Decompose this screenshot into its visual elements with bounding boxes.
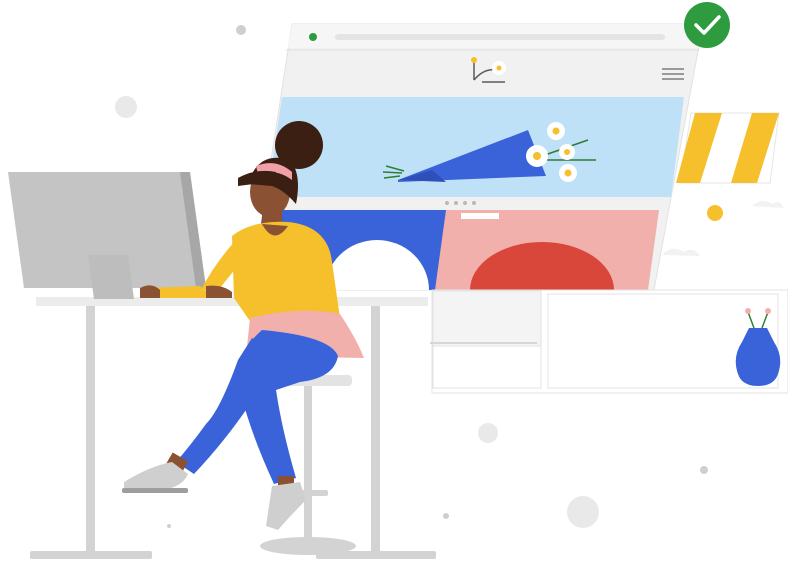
leg-front [238, 330, 338, 484]
decor-dot [115, 96, 137, 118]
desk-foot [30, 551, 152, 559]
shoe-sole [122, 488, 188, 493]
decor-dot [443, 513, 449, 519]
decor-dot [700, 466, 708, 474]
window-status-dot [309, 33, 317, 41]
hand [206, 285, 232, 298]
decor-dot [478, 423, 498, 443]
stool-post [304, 386, 312, 538]
illustration [8, 2, 788, 559]
decor-dot [567, 496, 599, 528]
desk-leg [371, 306, 380, 556]
hero-banner [267, 97, 684, 197]
checkmark-icon [684, 2, 730, 48]
stool-base [260, 537, 356, 555]
cloud [752, 200, 784, 208]
monitor-stand [88, 255, 134, 299]
shop-drawer [432, 345, 542, 389]
desk [30, 297, 436, 559]
shoe [266, 482, 306, 530]
card-label [461, 213, 499, 219]
decor-dot [707, 205, 723, 221]
cloud [662, 248, 700, 256]
desk-leg [86, 306, 95, 556]
monitor [8, 172, 206, 299]
address-bar [335, 34, 665, 40]
decor-dot [236, 25, 246, 35]
shop-shelf [432, 290, 542, 347]
decor-dot [167, 524, 171, 528]
